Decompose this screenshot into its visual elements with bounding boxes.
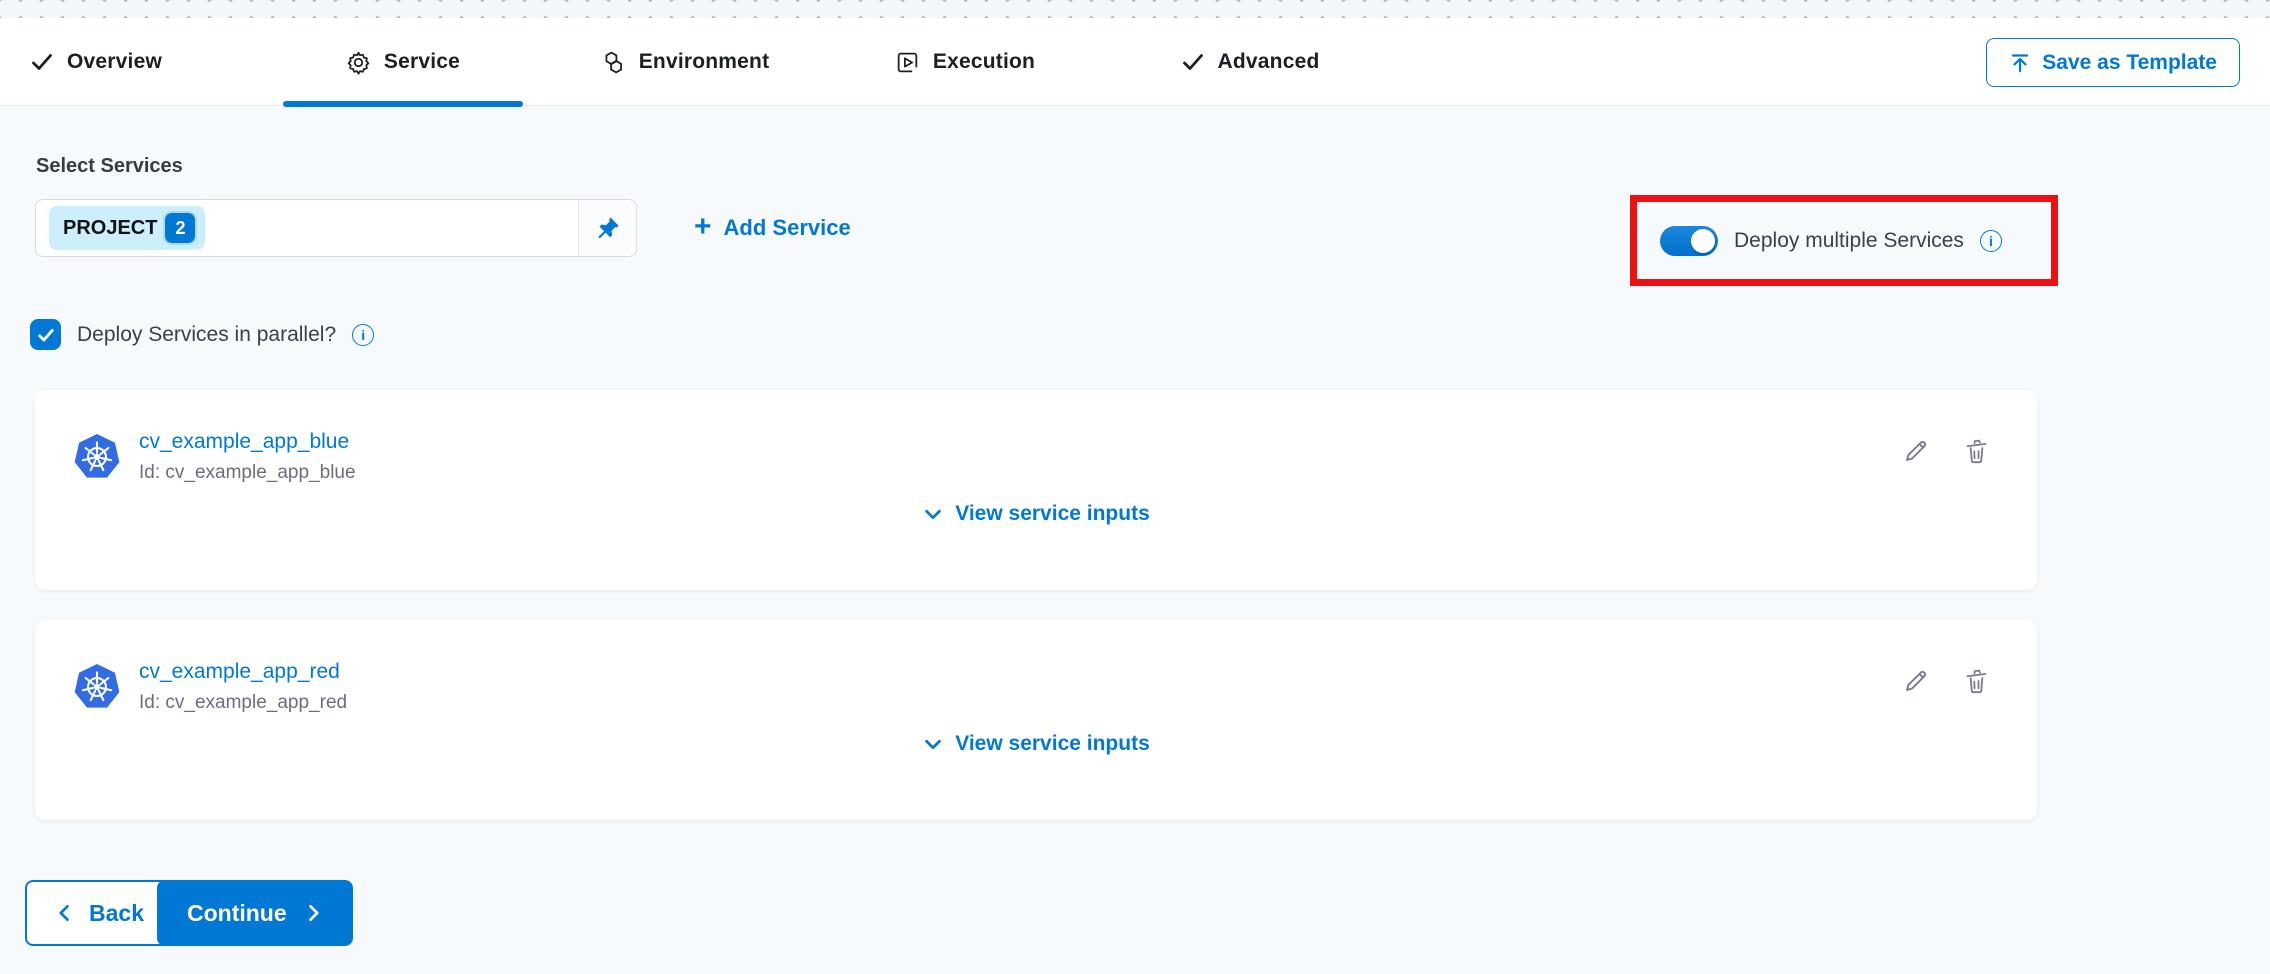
- check-icon: [1181, 50, 1205, 74]
- service-card-actions: [1902, 668, 1990, 695]
- continue-button[interactable]: Continue: [157, 880, 353, 946]
- service-card-blue: cv_example_app_blue Id: cv_example_app_b…: [35, 390, 2037, 590]
- select-services-label: Select Services: [36, 155, 183, 178]
- check-icon: [36, 325, 56, 345]
- service-id-text: Id: cv_example_app_blue: [139, 462, 356, 484]
- upload-icon: [2009, 52, 2031, 74]
- project-chip-count-badge: 2: [165, 213, 195, 243]
- continue-label: Continue: [187, 900, 287, 927]
- info-icon[interactable]: i: [352, 324, 374, 346]
- back-button[interactable]: Back: [25, 880, 174, 946]
- tab-overview[interactable]: Overview: [30, 18, 180, 106]
- service-name-link[interactable]: cv_example_app_blue: [139, 430, 349, 454]
- hexagons-icon: [601, 50, 626, 75]
- tab-label: Environment: [639, 50, 770, 74]
- tab-advanced[interactable]: Advanced: [1140, 18, 1360, 106]
- delete-icon[interactable]: [1963, 668, 1990, 695]
- pipeline-canvas-dots: [0, 0, 2270, 18]
- edit-icon[interactable]: [1902, 668, 1929, 695]
- back-label: Back: [89, 900, 144, 927]
- service-card-actions: [1902, 438, 1990, 465]
- deploy-multiple-services-label: Deploy multiple Services: [1734, 229, 1964, 253]
- view-service-inputs-button[interactable]: View service inputs: [35, 502, 2037, 526]
- info-icon[interactable]: i: [1980, 230, 2002, 252]
- deploy-multiple-services-toggle[interactable]: [1660, 226, 1718, 256]
- tab-label: Service: [384, 50, 460, 74]
- plus-icon: +: [694, 212, 712, 242]
- service-name-link[interactable]: cv_example_app_red: [139, 660, 340, 684]
- gear-icon: [346, 50, 371, 75]
- kubernetes-icon: [73, 663, 121, 711]
- view-service-inputs-label: View service inputs: [955, 502, 1150, 526]
- stage-tabbar: Overview Service Environment Execution: [0, 18, 2270, 106]
- kubernetes-icon: [73, 433, 121, 481]
- select-services-input[interactable]: PROJECT 2: [35, 199, 637, 257]
- deploy-parallel-row: Deploy Services in parallel? i: [30, 319, 374, 350]
- pin-button[interactable]: [578, 200, 636, 256]
- tab-label: Overview: [67, 50, 162, 74]
- play-square-icon: [895, 50, 920, 75]
- chevron-down-icon: [922, 503, 944, 525]
- tab-execution[interactable]: Execution: [855, 18, 1075, 106]
- delete-icon[interactable]: [1963, 438, 1990, 465]
- save-as-template-label: Save as Template: [2042, 51, 2217, 75]
- service-id-text: Id: cv_example_app_red: [139, 692, 347, 714]
- edit-icon[interactable]: [1902, 438, 1929, 465]
- view-service-inputs-button[interactable]: View service inputs: [35, 732, 2037, 756]
- toggle-knob: [1691, 229, 1715, 253]
- tab-service[interactable]: Service: [283, 18, 523, 106]
- add-service-label: Add Service: [724, 215, 851, 241]
- service-tab-content: Select Services PROJECT 2 + Add Service …: [0, 107, 2270, 974]
- project-chip[interactable]: PROJECT 2: [49, 206, 205, 250]
- chevron-left-icon: [55, 903, 75, 923]
- view-service-inputs-label: View service inputs: [955, 732, 1150, 756]
- pin-icon: [595, 215, 621, 241]
- deploy-multiple-services-highlight: Deploy multiple Services i: [1630, 195, 2058, 286]
- check-icon: [30, 50, 54, 74]
- tab-environment[interactable]: Environment: [560, 18, 810, 106]
- service-card-red: cv_example_app_red Id: cv_example_app_re…: [35, 620, 2037, 820]
- selected-services-chip-area: PROJECT 2: [36, 200, 578, 256]
- tab-label: Execution: [933, 50, 1035, 74]
- deploy-parallel-checkbox[interactable]: [30, 319, 61, 350]
- save-as-template-button[interactable]: Save as Template: [1986, 38, 2240, 87]
- deploy-parallel-label: Deploy Services in parallel?: [77, 323, 336, 347]
- chevron-right-icon: [303, 903, 323, 923]
- add-service-button[interactable]: + Add Service: [694, 199, 851, 257]
- project-chip-label: PROJECT: [63, 217, 157, 240]
- tab-label: Advanced: [1218, 50, 1320, 74]
- chevron-down-icon: [922, 733, 944, 755]
